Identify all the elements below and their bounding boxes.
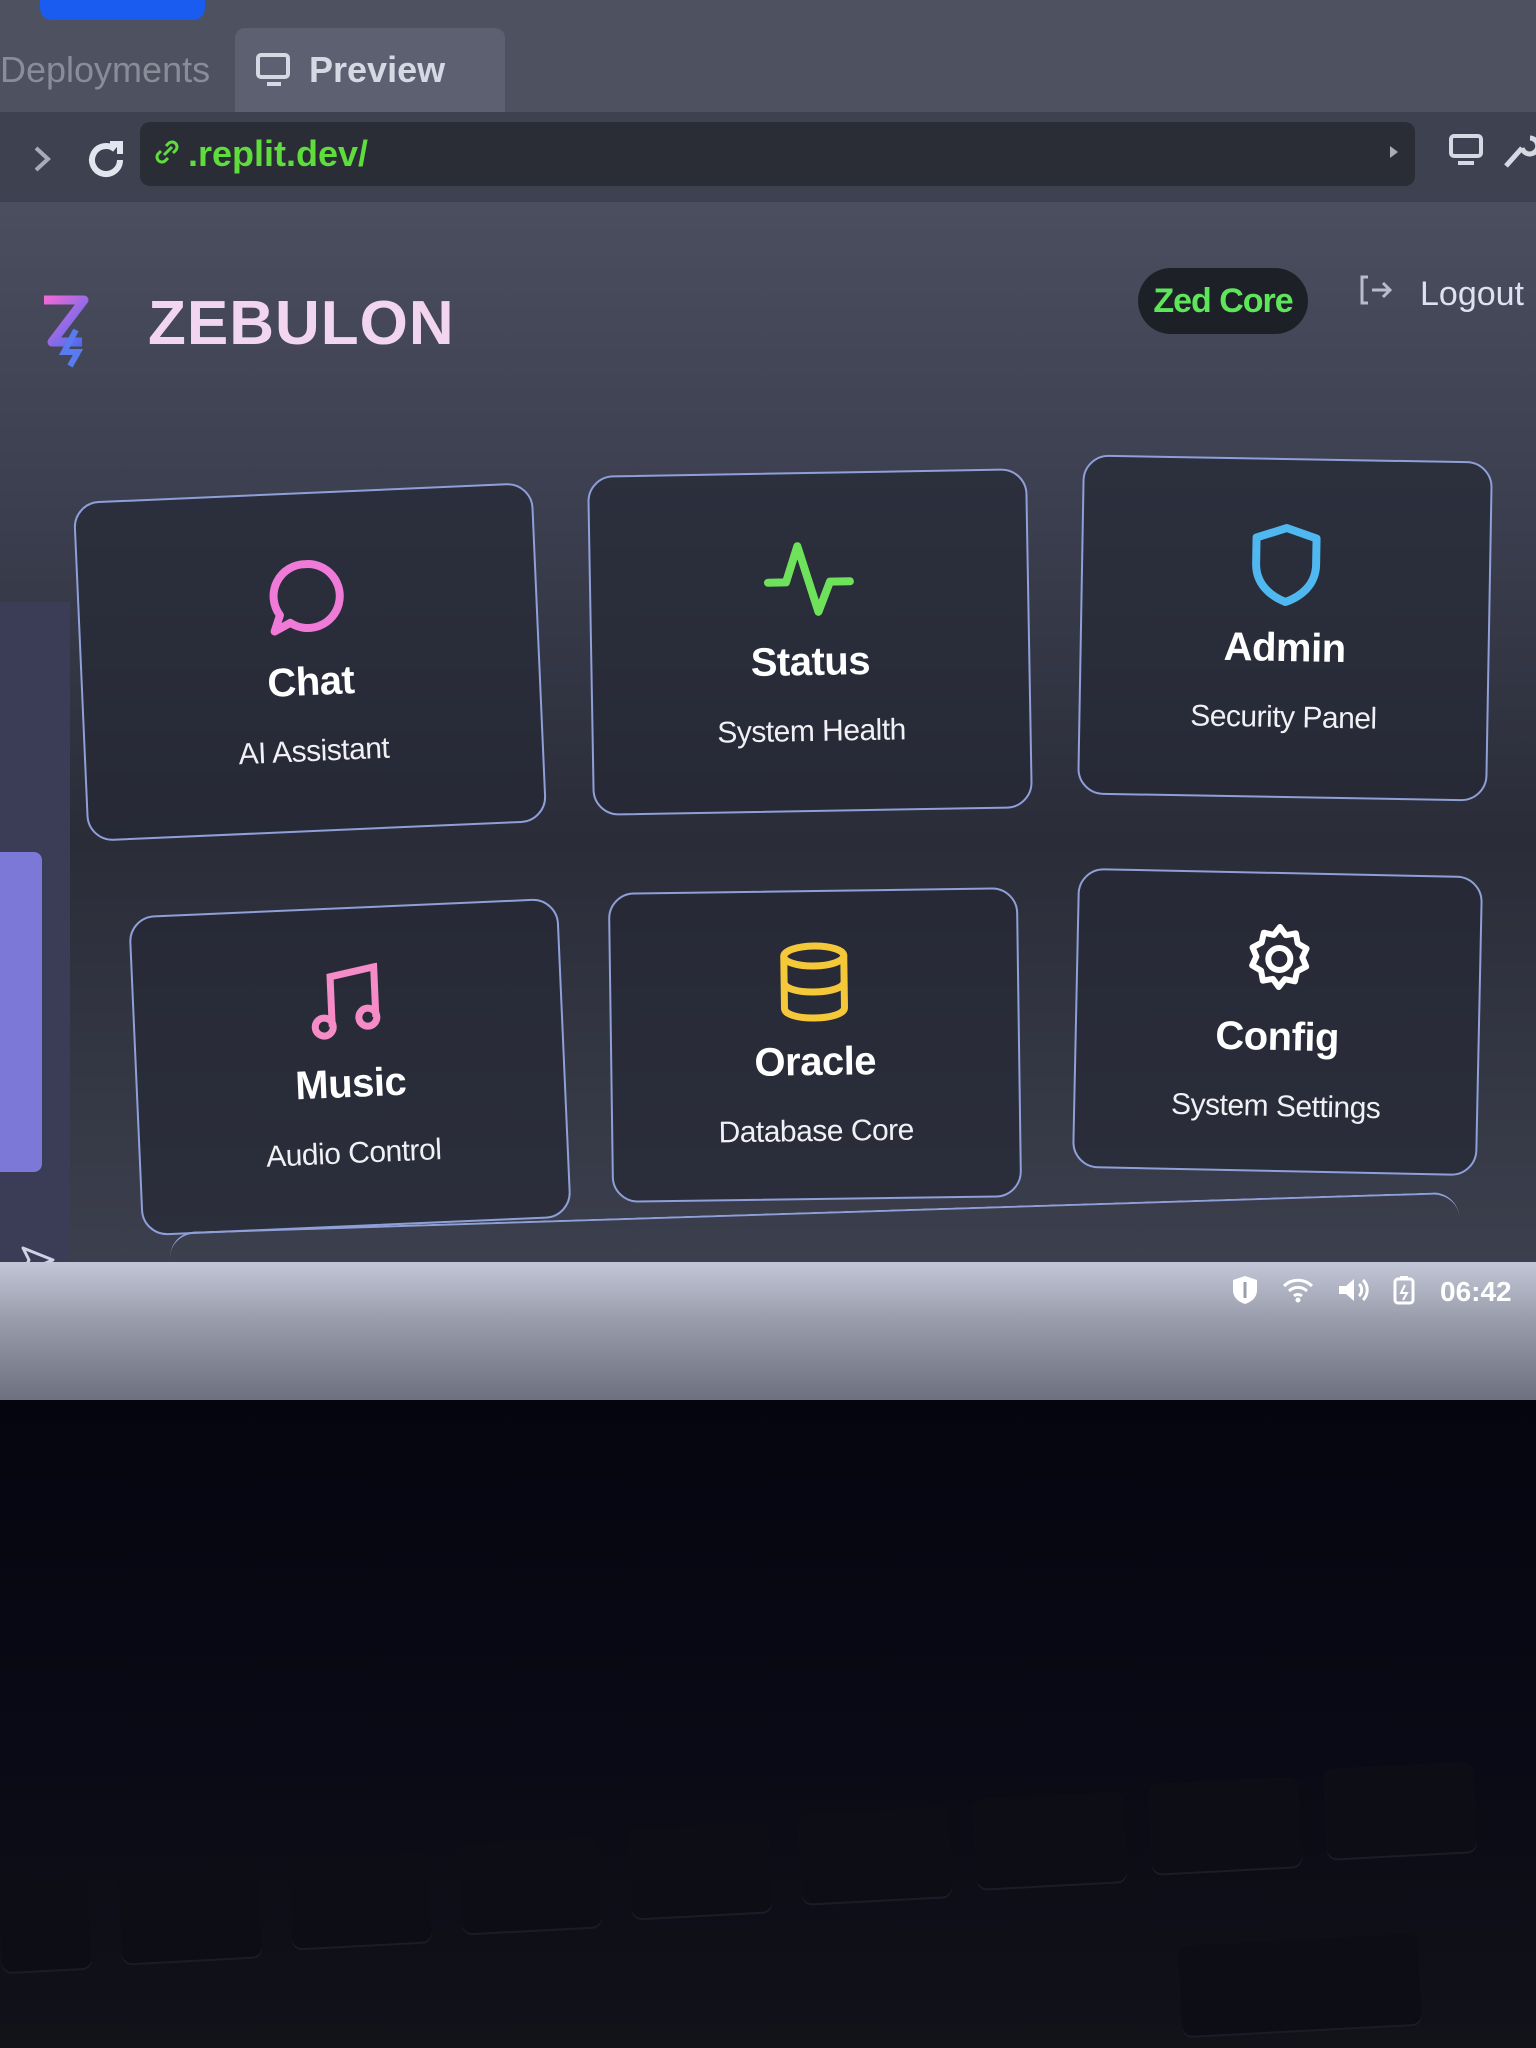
keyboard-key	[287, 1851, 433, 1949]
side-panel-highlight	[0, 852, 42, 1172]
forward-icon[interactable]	[30, 144, 56, 178]
keyboard-key	[457, 1836, 603, 1934]
card-admin-title: Admin	[1223, 624, 1347, 671]
gear-icon	[1240, 920, 1318, 998]
keyboard-key	[1147, 1776, 1303, 1874]
card-music-title: Music	[294, 1059, 408, 1108]
battery-icon[interactable]	[1392, 1275, 1418, 1309]
card-status[interactable]: Status System Health	[587, 468, 1033, 816]
keyboard-key	[797, 1806, 953, 1904]
browser-tab-strip: Deployments Preview	[0, 0, 1536, 112]
link-icon	[152, 137, 182, 171]
preview-icon	[255, 52, 295, 88]
system-tray[interactable]: 06:42	[1230, 1262, 1512, 1322]
url-input[interactable]: .replit.dev/	[140, 122, 1415, 186]
card-admin[interactable]: Admin Security Panel	[1077, 454, 1493, 802]
card-oracle-title: Oracle	[754, 1038, 877, 1085]
logout-label: Logout	[1420, 275, 1524, 313]
card-music[interactable]: Music Audio Control	[128, 897, 572, 1237]
keyboard-key	[117, 1866, 263, 1964]
expand-arrow-icon[interactable]	[1387, 144, 1401, 164]
card-admin-subtitle: Security Panel	[1189, 698, 1377, 736]
clock[interactable]: 06:42	[1440, 1276, 1512, 1308]
tab-preview-label: Preview	[309, 49, 446, 90]
card-chat-subtitle: AI Assistant	[237, 731, 390, 771]
tab-deployments-label: Deployments	[0, 49, 211, 90]
shield-icon[interactable]	[1230, 1274, 1260, 1310]
tab-preview[interactable]: Preview	[235, 28, 505, 112]
card-status-title: Status	[750, 638, 871, 685]
tab-deployments[interactable]: Deployments	[0, 28, 210, 112]
zebulon-app: ZEBULON Zed Core Logout Chat AI Assistan…	[0, 202, 1536, 1400]
keyboard-key	[972, 1791, 1128, 1889]
os-taskbar: 06:42	[0, 1262, 1536, 1400]
card-status-subtitle: System Health	[716, 712, 907, 750]
zed-core-badge[interactable]: Zed Core	[1138, 268, 1308, 334]
music-note-icon	[308, 962, 387, 1045]
keyboard-key	[1322, 1761, 1478, 1859]
card-music-subtitle: Audio Control	[265, 1132, 443, 1174]
wifi-icon[interactable]	[1282, 1276, 1314, 1308]
photographed-screen: Deployments Preview .replit.dev/ ZEBULON…	[0, 0, 1536, 1400]
devices-icon[interactable]	[1448, 132, 1486, 172]
url-text: .replit.dev/	[188, 133, 369, 174]
keyboard-key	[0, 1877, 93, 1973]
wrench-icon[interactable]	[1502, 130, 1536, 174]
laptop-keyboard	[0, 1400, 1536, 2048]
shield-icon	[1248, 521, 1323, 608]
reload-icon[interactable]	[84, 138, 128, 186]
keyboard-key	[1177, 1933, 1423, 2037]
card-chat-title: Chat	[266, 657, 356, 706]
keyboard-key	[627, 1821, 773, 1919]
run-button-edge[interactable]	[40, 0, 205, 20]
brand-title: ZEBULON	[148, 289, 455, 358]
card-chat[interactable]: Chat AI Assistant	[72, 482, 548, 842]
card-config-title: Config	[1214, 1013, 1340, 1060]
database-icon	[777, 941, 852, 1022]
zebulon-logo-icon	[40, 290, 100, 370]
logout-button[interactable]: Logout	[1358, 274, 1524, 315]
logout-icon	[1358, 274, 1394, 315]
card-oracle-subtitle: Database Core	[718, 1113, 915, 1149]
chat-bubble-icon	[263, 554, 351, 644]
volume-icon[interactable]	[1336, 1276, 1370, 1308]
card-oracle[interactable]: Oracle Database Core	[607, 887, 1023, 1203]
card-config[interactable]: Config System Settings	[1071, 867, 1484, 1177]
address-bar: .replit.dev/	[0, 112, 1536, 202]
card-config-subtitle: System Settings	[1170, 1087, 1381, 1125]
pulse-icon	[763, 535, 854, 623]
